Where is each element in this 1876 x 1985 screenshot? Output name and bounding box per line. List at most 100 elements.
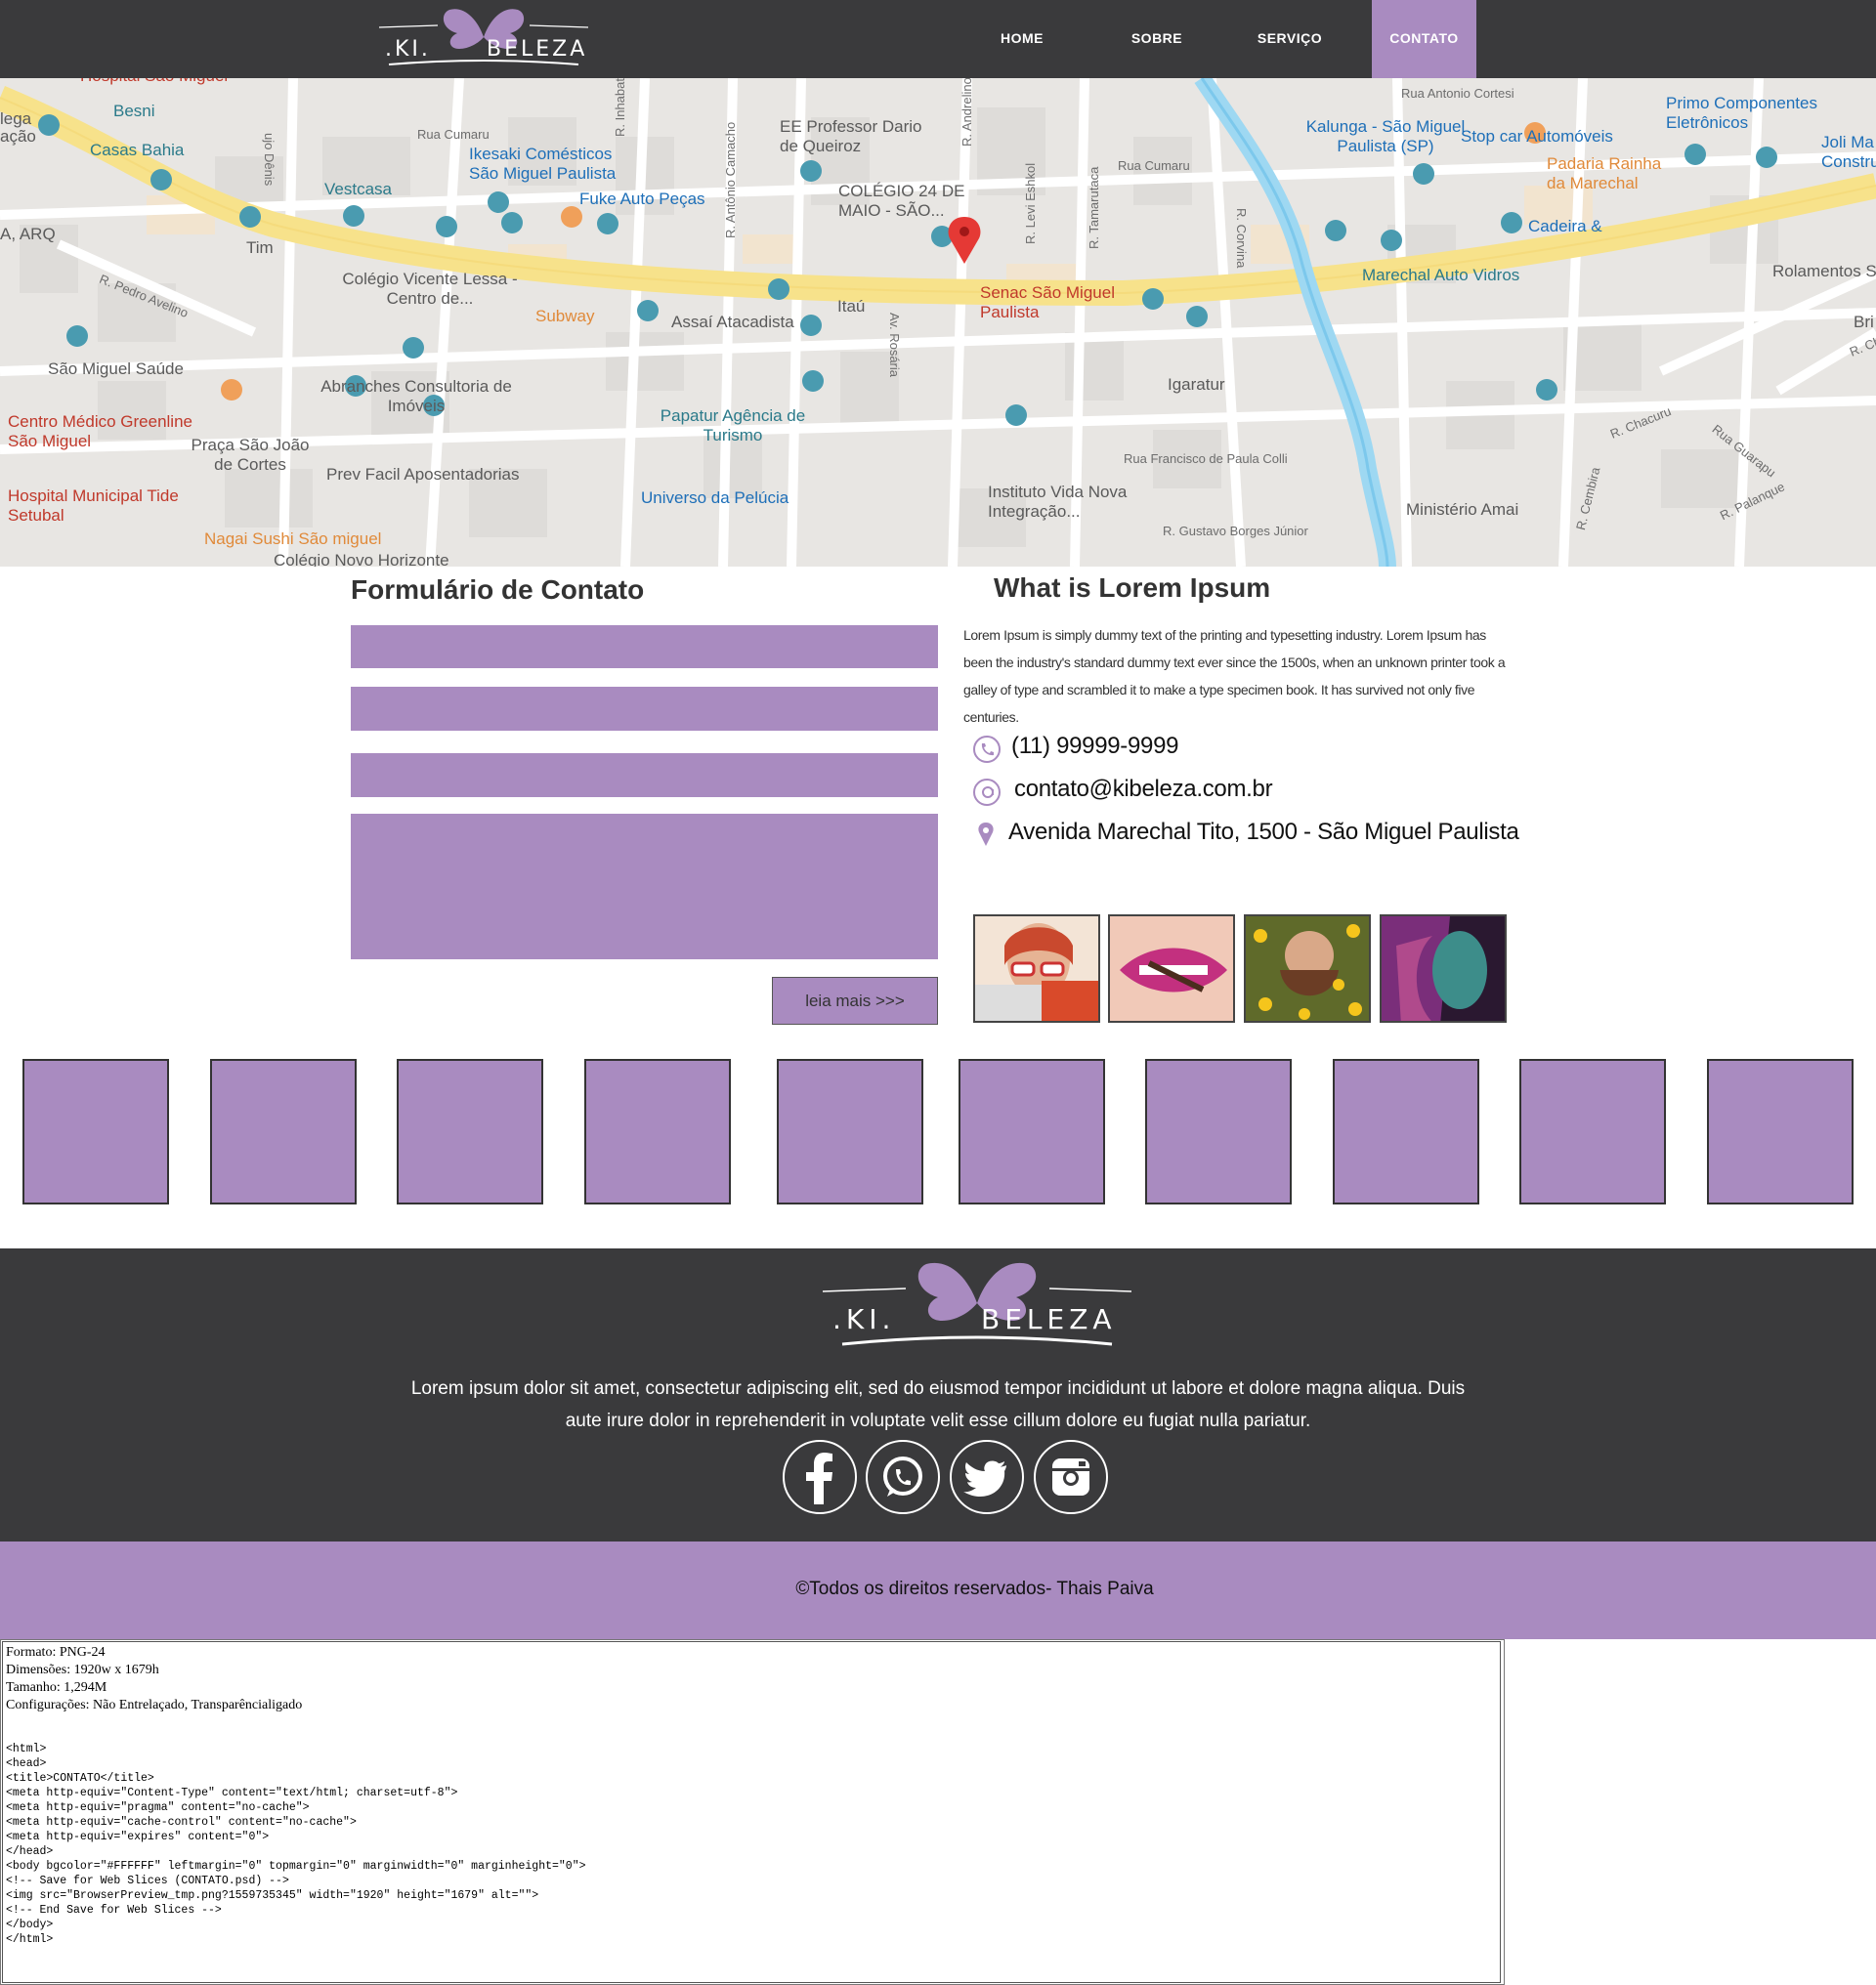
form-title: Formulário de Contato [351, 574, 645, 605]
footer-text: Lorem ipsum dolor sit amet, consectetur … [410, 1378, 1466, 1431]
message-field[interactable] [351, 814, 938, 959]
map-label: Bri [1854, 313, 1874, 331]
map-label: Fuke Auto Peças [579, 190, 705, 208]
nav-servico[interactable]: SERVIÇO [1241, 0, 1339, 78]
street-label: Rua Cumaru [1118, 158, 1190, 173]
map-label: Nagai Sushi São miguel [204, 529, 382, 548]
logo-text-beleza: BELEZA [487, 37, 588, 62]
whatsapp-button[interactable] [866, 1440, 940, 1514]
map-label: Marechal Auto Vidros [1362, 266, 1520, 284]
street-label: R. Levi Eshkol [1023, 162, 1038, 244]
map-label: Assaí Atacadista [671, 313, 794, 331]
map-label: Papatur Agência de Turismo [660, 406, 806, 444]
map-label: lega [0, 109, 32, 128]
gallery-box[interactable] [397, 1059, 543, 1204]
map-label: Stop car Automóveis [1461, 127, 1613, 146]
map-label: Colégio Vicente Lessa - Centro de... [342, 270, 518, 308]
map-label: Ikesaki Comésticos São Miguel Paulista [469, 145, 617, 183]
twitter-button[interactable] [950, 1440, 1024, 1514]
map-label: Tim [246, 238, 274, 257]
copyright-text: ©Todos os direitos reservados- Thais Pai… [795, 1579, 1154, 1599]
info-text: Lorem Ipsum is simply dummy text of the … [963, 627, 1506, 725]
map-label: Hospital Municipal Tide Setubal [8, 486, 179, 525]
map-label: Igaratur [1168, 375, 1225, 394]
settings-text: Configurações: Não Entrelaçado, Transpar… [6, 1698, 303, 1712]
location-map[interactable]: Hospital São Miguel Besni Casas Bahia Ve… [0, 78, 1876, 567]
header-logo[interactable]: .KI. BELEZA [379, 4, 588, 72]
nav-contato[interactable]: CONTATO [1372, 0, 1476, 78]
phone-text[interactable]: (11) 99999-9999 [1011, 733, 1179, 760]
map-label: Casas Bahia [90, 141, 185, 159]
format-text: Formato: PNG-24 [6, 1645, 106, 1660]
map-label: Subway [535, 307, 595, 325]
preview-info-panel: Formato: PNG-24 Dimensões: 1920w x 1679h… [2, 1641, 1501, 1983]
map-label: Abranches Consultoria de Imóveis [320, 377, 512, 415]
street-label: Rua Antonio Cortesi [1401, 86, 1514, 101]
gallery-box[interactable] [777, 1059, 923, 1204]
street-label: Rua Cumaru [417, 127, 490, 142]
dimensions-text: Dimensões: 1920w x 1679h [6, 1663, 159, 1677]
whatsapp-icon [883, 1457, 922, 1497]
map-label: Joli Ma Constru [1821, 133, 1876, 171]
logo-text-ki: .KI. [385, 37, 431, 62]
street-label: R. Tamarutaca [1087, 166, 1101, 249]
logo-text-ki: .KI. [832, 1303, 896, 1335]
map-label: São Miguel Saúde [48, 359, 184, 378]
map-label: Itaú [837, 297, 866, 316]
map-label: Padaria Rainha da Marechal [1547, 154, 1662, 192]
map-label: Cadeira & [1528, 217, 1602, 235]
nav-sobre[interactable]: SOBRE [1114, 0, 1200, 78]
street-label: Av. Rosária [887, 313, 902, 377]
map-label: Kalunga - São Miguel Paulista (SP) [1305, 117, 1466, 155]
gallery-image[interactable] [973, 914, 1100, 1023]
map-label: Colégio Novo Horizonte [274, 551, 449, 567]
gallery-box[interactable] [1519, 1059, 1666, 1204]
street-label: R. Gustavo Borges Júnior [1163, 524, 1308, 538]
gallery-image[interactable] [1380, 914, 1507, 1023]
gallery-image[interactable] [1108, 914, 1235, 1023]
instagram-button[interactable] [1034, 1440, 1108, 1514]
email-text[interactable]: contato@kibeleza.com.br [1014, 776, 1273, 803]
phone-icon [973, 736, 1001, 763]
logo-text-beleza: BELEZA [981, 1303, 1117, 1335]
size-text: Tamanho: 1,294M [6, 1680, 107, 1695]
gallery-box[interactable] [1145, 1059, 1292, 1204]
gallery-box[interactable] [1707, 1059, 1854, 1204]
map-label: EE Professor Dario de Queiroz [780, 117, 922, 155]
gallery-box[interactable] [22, 1059, 169, 1204]
map-label: Praça São João de Cortes [191, 436, 310, 474]
map-label: A, ARQ [0, 225, 56, 243]
submit-button[interactable]: leia mais >>> [772, 977, 938, 1025]
map-label: Hospital São Miguel [80, 78, 228, 86]
html-source: <html> <head> <title>CONTATO</title> <me… [6, 1743, 586, 1946]
gallery-box[interactable] [584, 1059, 731, 1204]
name-field[interactable] [351, 625, 938, 668]
gallery-box[interactable] [1333, 1059, 1479, 1204]
at-sign-icon [973, 779, 1001, 806]
map-label: ação [0, 127, 36, 146]
street-label: R. Antônio Camacho [723, 121, 738, 238]
email-field[interactable] [351, 687, 938, 731]
street-label: Rua Francisco de Paula Colli [1124, 451, 1288, 466]
gallery-box[interactable] [210, 1059, 357, 1204]
facebook-icon [806, 1453, 832, 1504]
map-pin-label: Senac São Miguel Paulista [980, 283, 1115, 321]
street-label: R. Inhabata [613, 78, 627, 137]
location-pin-icon [978, 823, 994, 846]
map-label: COLÉGIO 24 DE MAIO - SÃO... [838, 182, 965, 220]
site-header: .KI. BELEZA HOME SOBRE SERVIÇO CONTATO [0, 0, 1876, 78]
footer-logo[interactable]: .KI. BELEZA [823, 1254, 1131, 1352]
instagram-icon [1052, 1458, 1089, 1496]
gallery-box[interactable] [959, 1059, 1105, 1204]
map-label: Ministério Amai [1406, 500, 1519, 519]
twitter-icon [963, 1460, 1006, 1498]
street-label: ujo Dênis [262, 133, 277, 187]
street-label: R. Andrelino [959, 78, 974, 147]
nav-home[interactable]: HOME [982, 0, 1062, 78]
facebook-button[interactable] [783, 1440, 857, 1514]
map-label: Rolamentos S [1772, 262, 1876, 280]
phone-field[interactable] [351, 753, 938, 797]
address-text: Avenida Marechal Tito, 1500 - São Miguel… [1008, 819, 1519, 845]
gallery-image[interactable] [1244, 914, 1371, 1023]
map-label: Besni [113, 102, 155, 120]
